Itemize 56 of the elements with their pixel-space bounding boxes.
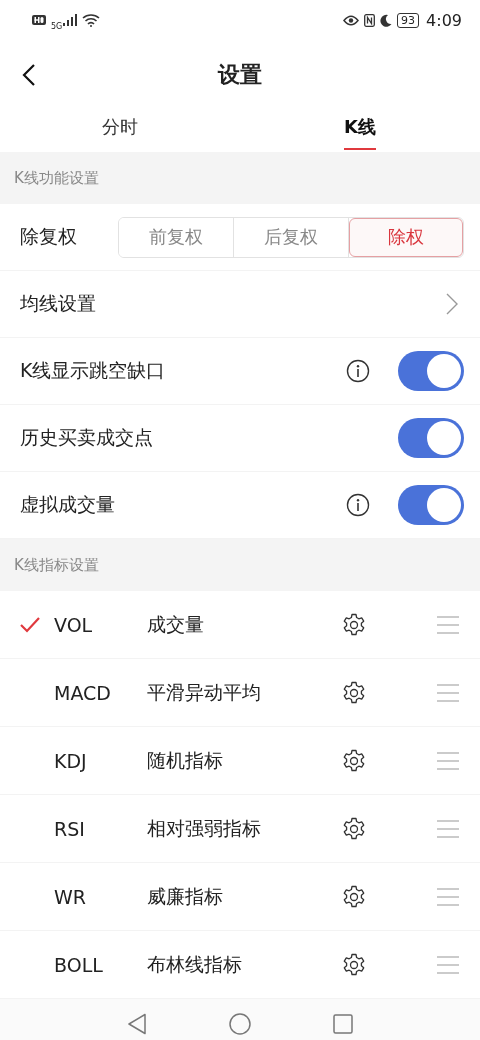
setting-label: 除复权 (20, 224, 78, 249)
drag-handle-icon[interactable] (436, 954, 460, 975)
back-nav-icon[interactable] (127, 1013, 147, 1035)
indicator-code: WR (54, 885, 87, 908)
info-icon[interactable] (346, 359, 370, 383)
indicator-code: KDJ (54, 749, 88, 772)
back-button[interactable] (22, 63, 36, 87)
indicator-name: 布林线指标 (147, 951, 243, 977)
info-icon[interactable] (346, 493, 370, 517)
settings-icon[interactable] (342, 680, 366, 705)
settings-icon[interactable] (342, 816, 366, 841)
drag-handle-icon[interactable] (436, 886, 460, 907)
indicator-name: 随机指标 (147, 747, 224, 773)
section-header: K线指标设置 (0, 539, 480, 591)
hd-icon (32, 15, 46, 25)
network-label: 5G (51, 21, 63, 31)
status-time: 4:09 (426, 10, 462, 30)
wifi-icon (82, 13, 101, 27)
drag-handle-icon[interactable] (436, 614, 460, 635)
moon-icon (380, 13, 393, 27)
indicator-name: 相对强弱指标 (147, 815, 262, 841)
setting-label: K线显示跳空缺口 (20, 358, 167, 383)
segment-option[interactable]: 前复权 (119, 217, 234, 257)
page-title: 设置 (218, 61, 262, 89)
settings-icon[interactable] (342, 748, 366, 773)
setting-label: 虚拟成交量 (20, 492, 116, 517)
check-icon[interactable] (20, 616, 40, 633)
indicator-code: VOL (54, 613, 94, 636)
toggle-switch[interactable] (398, 485, 464, 525)
toggle-switch[interactable] (398, 418, 464, 458)
section-header: K线功能设置 (0, 152, 480, 204)
setting-label: 均线设置 (20, 291, 97, 316)
signal-icon (63, 14, 78, 26)
settings-icon[interactable] (342, 612, 366, 637)
setting-label: 历史买卖成交点 (20, 425, 154, 450)
battery-indicator: 93 (397, 12, 420, 28)
indicator-name: 平滑异动平均 (147, 679, 262, 705)
settings-icon[interactable] (342, 952, 366, 977)
drag-handle-icon[interactable] (436, 750, 460, 771)
drag-handle-icon[interactable] (436, 818, 460, 839)
chevron-icon[interactable] (446, 293, 458, 315)
tab[interactable]: K线 (240, 110, 480, 152)
indicator-name: 威廉指标 (147, 883, 224, 909)
recents-nav-icon[interactable] (333, 1014, 353, 1034)
home-nav-icon[interactable] (229, 1013, 251, 1035)
settings-icon[interactable] (342, 884, 366, 909)
indicator-code: RSI (54, 817, 86, 840)
toggle-switch[interactable] (398, 351, 464, 391)
segment-option[interactable]: 除权 (349, 217, 463, 257)
indicator-name: 成交量 (147, 611, 205, 637)
drag-handle-icon[interactable] (436, 682, 460, 703)
nfc-icon (364, 13, 376, 27)
eye-icon (343, 14, 360, 26)
indicator-code: MACD (54, 681, 112, 704)
tab[interactable]: 分时 (0, 110, 240, 152)
indicator-code: BOLL (54, 953, 104, 976)
